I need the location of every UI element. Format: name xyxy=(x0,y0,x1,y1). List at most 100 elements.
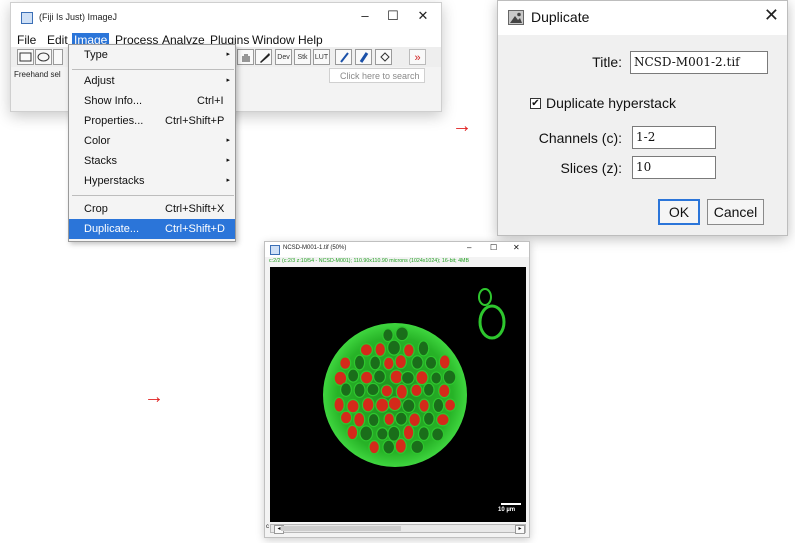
channel-slider[interactable]: ◂ ▸ xyxy=(270,524,526,534)
cell-nucleus xyxy=(387,396,402,412)
submenu-arrow-icon: ▸ xyxy=(226,157,230,164)
image-close-button[interactable]: ✕ xyxy=(513,243,520,252)
menu-item-label: Hyperstacks xyxy=(84,175,145,187)
image-info-line: c:2/2 (c:2/3 z:10/54 - NCSD-M001); 110.9… xyxy=(269,258,470,264)
menu-separator xyxy=(72,69,234,70)
menu-separator xyxy=(72,195,234,196)
cell-nucleus xyxy=(373,369,386,384)
dialog-close-icon[interactable]: ✕ xyxy=(764,5,779,26)
title-label: Title: xyxy=(592,54,622,70)
menu-item-adjust[interactable]: Adjust ▸ xyxy=(69,71,235,91)
microscopy-image-canvas[interactable]: 10 µm xyxy=(270,267,526,522)
rectangle-tool-icon[interactable] xyxy=(17,49,34,65)
cell-nucleus xyxy=(339,382,353,397)
cell-nucleus xyxy=(422,411,435,426)
cell-nucleus xyxy=(347,368,360,383)
menu-item-shortcut: Ctrl+Shift+D xyxy=(165,223,225,235)
oval-tool-icon[interactable] xyxy=(35,49,52,65)
cell-nucleus xyxy=(436,413,450,427)
cell-nucleus xyxy=(367,412,380,428)
cell-nucleus xyxy=(394,354,407,370)
image-window-icon xyxy=(270,245,280,255)
cancel-button[interactable]: Cancel xyxy=(707,199,764,225)
dev-tool-button[interactable]: Dev xyxy=(275,49,292,65)
cell-nucleus xyxy=(382,439,396,455)
fiji-window-title: (Fiji Is Just) ImageJ xyxy=(39,12,118,22)
image-minimize-button[interactable]: – xyxy=(467,243,471,252)
cell-nucleus xyxy=(417,426,430,442)
maximize-button[interactable]: ☐ xyxy=(383,8,403,24)
cell-nucleus xyxy=(430,371,443,385)
channels-field[interactable]: 1-2 xyxy=(632,126,716,149)
menu-item-color[interactable]: Color ▸ xyxy=(69,131,235,151)
cell-nucleus xyxy=(395,383,408,400)
scale-bar-label: 10 µm xyxy=(498,507,516,513)
cell-nucleus xyxy=(353,411,366,428)
microscopy-image xyxy=(323,288,506,467)
slider-thumb[interactable] xyxy=(281,526,401,531)
stack-tool-button[interactable]: Stk xyxy=(294,49,311,65)
menu-edit[interactable]: Edit xyxy=(47,33,68,47)
cell-nucleus xyxy=(408,412,421,428)
cell-nucleus xyxy=(431,427,445,442)
pencil-tool-icon[interactable] xyxy=(335,49,352,65)
cell-nucleus xyxy=(402,424,415,441)
slider-channel-label: c xyxy=(266,524,269,530)
menu-item-crop[interactable]: Crop Ctrl+Shift+X xyxy=(69,199,235,219)
cell-nucleus xyxy=(438,383,451,399)
minimize-button[interactable]: – xyxy=(355,8,375,23)
cell-nucleus xyxy=(422,382,435,397)
image-window: NCSD-M001-1.tif (50%) – ☐ ✕ c:2/2 (c:2/3… xyxy=(264,241,530,538)
menu-item-show-info[interactable]: Show Info... Ctrl+I xyxy=(69,91,235,111)
menu-item-shortcut: Ctrl+Shift+P xyxy=(165,115,225,127)
menu-item-type[interactable]: Type ▸ xyxy=(69,45,235,65)
menu-item-shortcut: Ctrl+I xyxy=(197,95,224,107)
menu-item-label: Crop xyxy=(84,203,108,215)
cell-nucleus xyxy=(339,410,353,425)
cell-nucleus xyxy=(438,354,451,370)
menu-file[interactable]: File xyxy=(17,33,36,47)
menu-item-shortcut: Ctrl+Shift+X xyxy=(165,203,225,215)
cell-nucleus xyxy=(375,397,390,413)
image-window-title-bar: NCSD-M001-1.tif (50%) – ☐ ✕ xyxy=(265,242,529,257)
image-window-title: NCSD-M001-1.tif (50%) xyxy=(283,245,347,251)
image-maximize-button[interactable]: ☐ xyxy=(490,243,497,252)
more-tools-button[interactable]: » xyxy=(409,49,426,65)
cell-nucleus xyxy=(361,397,375,413)
close-button[interactable]: ✕ xyxy=(413,8,433,24)
cell-nucleus xyxy=(394,437,407,454)
submenu-arrow-icon: ▸ xyxy=(226,51,230,58)
cell-nucleus xyxy=(339,356,352,370)
cell-nucleus xyxy=(410,383,423,398)
menu-item-hyperstacks[interactable]: Hyperstacks ▸ xyxy=(69,171,235,191)
dialog-app-icon xyxy=(508,10,524,25)
duplicate-hyperstack-checkbox[interactable]: ✔ xyxy=(530,98,541,109)
ok-button[interactable]: OK xyxy=(658,199,700,225)
arrow-to-image-icon: → xyxy=(144,386,164,408)
menu-window[interactable]: Window xyxy=(252,33,295,47)
title-field[interactable]: NCSD-M001-2.tif xyxy=(630,51,768,74)
polygon-tool-icon[interactable] xyxy=(53,49,63,65)
cell-nucleus xyxy=(353,354,366,371)
fiji-app-icon xyxy=(21,12,33,24)
brush-tool-icon[interactable] xyxy=(355,49,372,65)
cell-nucleus xyxy=(432,397,445,414)
lut-tool-button[interactable]: LUT xyxy=(313,49,330,65)
submenu-arrow-icon: ▸ xyxy=(226,77,230,84)
search-input[interactable]: Click here to search xyxy=(329,68,425,83)
menu-item-stacks[interactable]: Stacks ▸ xyxy=(69,151,235,171)
cell-nucleus xyxy=(368,440,380,455)
flood-fill-tool-icon[interactable] xyxy=(375,49,392,65)
dropper-tool-icon[interactable] xyxy=(255,49,272,65)
slider-right-icon[interactable]: ▸ xyxy=(515,525,525,534)
menu-item-label: Duplicate... xyxy=(84,223,140,235)
cell-nucleus xyxy=(442,369,457,385)
menu-item-duplicate[interactable]: Duplicate... Ctrl+Shift+D xyxy=(69,219,235,239)
hand-tool-icon[interactable] xyxy=(237,49,254,65)
menu-help[interactable]: Help xyxy=(298,33,323,47)
menu-item-properties[interactable]: Properties... Ctrl+Shift+P xyxy=(69,111,235,131)
fiji-title-bar: (Fiji Is Just) ImageJ – ☐ ✕ xyxy=(11,3,441,33)
channels-label: Channels (c): xyxy=(538,130,622,146)
small-cell-fragment xyxy=(478,288,506,340)
slices-field[interactable]: 10 xyxy=(632,156,716,179)
